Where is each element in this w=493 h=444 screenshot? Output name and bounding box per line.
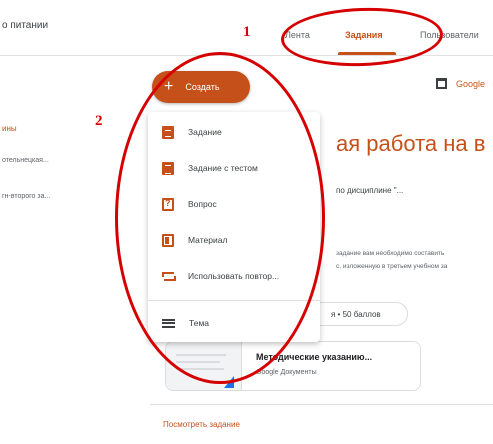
topic-nav-active[interactable]: ины — [2, 124, 17, 133]
google-calendar-link[interactable]: Google — [436, 78, 485, 89]
attachment-type: Google Документы — [256, 369, 317, 376]
assignment-subtitle: по дисциплине "... — [336, 186, 404, 195]
annotation-number: 1 — [243, 24, 251, 40]
view-assignment-link[interactable]: Посмотреть задание — [163, 420, 240, 429]
topic-nav-item[interactable]: гн-второго за... — [2, 193, 50, 200]
assignment-title[interactable]: ая работа на в — [336, 131, 485, 157]
annotation-number: 2 — [95, 113, 103, 129]
calendar-icon — [436, 78, 447, 89]
calendar-link-label: Google — [456, 78, 486, 89]
course-title[interactable]: о питании — [2, 20, 48, 31]
assignment-description-line: задание вам необходимо составить — [336, 250, 445, 257]
assignment-description-line: с, изложенную в третьем учебном за — [336, 263, 448, 270]
annotation-ellipse-menu — [115, 52, 325, 384]
topic-nav-item[interactable]: отельнецкая... — [2, 157, 49, 164]
divider — [150, 404, 493, 405]
